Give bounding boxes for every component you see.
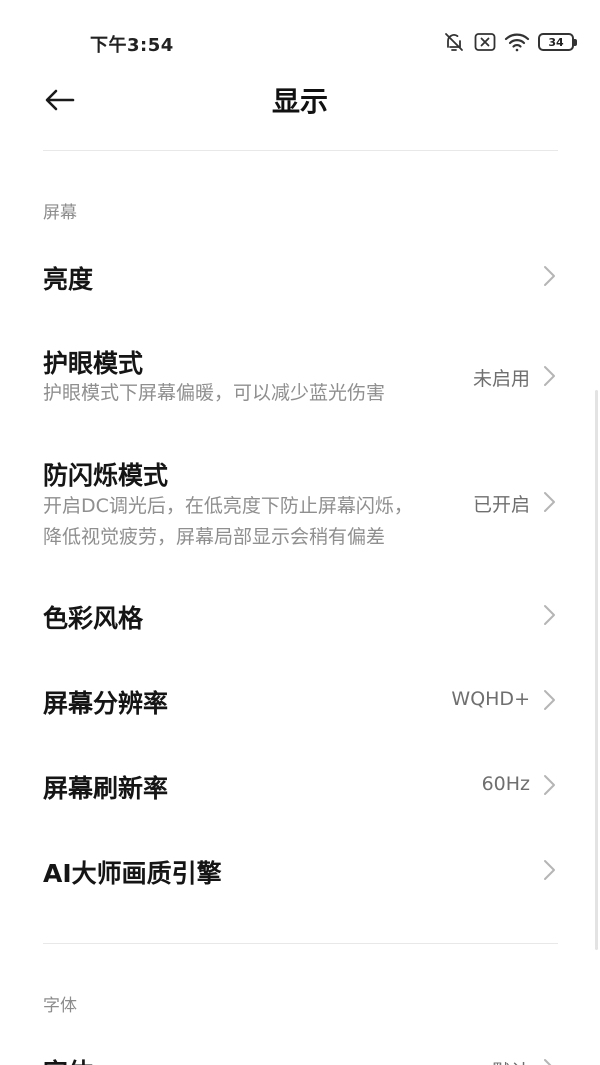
row-title: 屏幕分辨率: [43, 689, 169, 718]
row-title: 防闪烁模式: [43, 461, 169, 490]
chevron-right-icon: [544, 860, 555, 880]
scrollbar[interactable]: [595, 390, 598, 950]
row-title: 屏幕刷新率: [43, 774, 169, 803]
row-font[interactable]: 字体 默认: [0, 1035, 600, 1065]
row-value: 默认: [492, 1057, 530, 1065]
wifi-icon: [504, 31, 530, 53]
status-icons: 34: [442, 30, 577, 54]
chevron-right-icon: [544, 1059, 552, 1065]
row-description: 护眼模式下屏幕偏暖，可以减少蓝光伤害: [43, 382, 386, 404]
row-value: WQHD+: [451, 688, 530, 710]
row-refresh-rate[interactable]: 屏幕刷新率 60Hz: [0, 745, 600, 827]
bell-off-icon: [442, 30, 466, 54]
row-screen-resolution[interactable]: 屏幕分辨率 WQHD+: [0, 660, 600, 742]
row-value: 未启用: [472, 368, 530, 390]
chevron-right-icon: [544, 690, 555, 710]
chevron-right-icon: [544, 775, 555, 795]
battery-icon: 34: [538, 33, 577, 51]
row-title: 色彩风格: [43, 604, 144, 633]
chevron-right-icon: [544, 492, 555, 512]
row-color-style[interactable]: 色彩风格: [0, 575, 600, 657]
row-title: 亮度: [43, 265, 94, 294]
header-divider: [43, 150, 558, 151]
status-time: 下午3:54: [90, 35, 174, 56]
chevron-right-icon: [544, 266, 555, 286]
row-description-line1: 开启DC调光后，在低亮度下防止屏幕闪烁，: [43, 495, 413, 517]
section-divider: [43, 943, 558, 944]
chevron-right-icon: [544, 605, 555, 625]
row-value: 60Hz: [481, 773, 530, 795]
section-label-screen: 屏幕: [43, 203, 77, 223]
row-ai-picture-engine[interactable]: AI大师画质引擎: [0, 830, 600, 912]
row-title: 字体: [43, 1053, 93, 1065]
close-box-icon: [474, 32, 496, 52]
row-brightness[interactable]: 亮度: [0, 236, 600, 318]
row-anti-flicker-mode[interactable]: 防闪烁模式 开启DC调光后，在低亮度下防止屏幕闪烁， 降低视觉疲劳，屏幕局部显示…: [0, 444, 600, 564]
section-label-font: 字体: [43, 996, 77, 1016]
battery-level: 34: [548, 35, 564, 49]
row-value: 已开启: [472, 494, 530, 516]
row-description-line2: 降低视觉疲劳，屏幕局部显示会稍有偏差: [43, 526, 386, 548]
header: 显示: [0, 66, 600, 134]
row-title: 护眼模式: [43, 349, 144, 378]
display-settings-screen: 下午3:54 34 显示 屏幕 亮度 护眼模式 护眼模式下屏幕偏暖，可以减少蓝光…: [0, 0, 600, 1065]
page-title: 显示: [271, 85, 328, 118]
chevron-right-icon: [544, 366, 555, 386]
row-title: AI大师画质引擎: [43, 859, 222, 888]
row-eye-care-mode[interactable]: 护眼模式 护眼模式下屏幕偏暖，可以减少蓝光伤害 未启用: [0, 330, 600, 425]
